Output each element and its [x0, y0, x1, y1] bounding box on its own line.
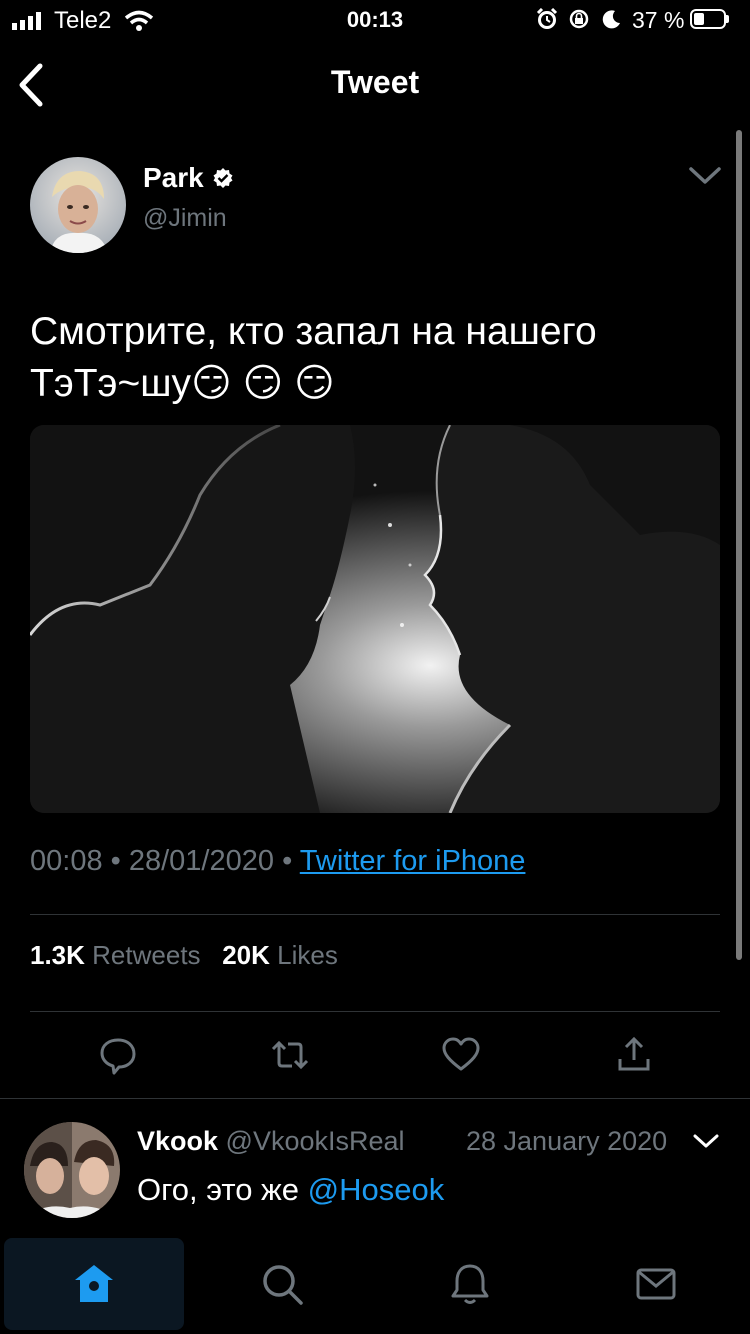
verified-badge-icon	[213, 168, 233, 188]
divider	[30, 914, 720, 915]
reply-date: 28 January 2020	[466, 1126, 668, 1156]
battery-nub	[726, 15, 729, 23]
divider	[30, 1011, 720, 1012]
retweets-count[interactable]: 1.3K	[30, 940, 85, 970]
page-title: Tweet	[330, 64, 420, 100]
bell-icon[interactable]	[448, 1262, 492, 1306]
moon-icon	[602, 10, 620, 29]
retweet-icon[interactable]	[270, 1035, 310, 1075]
tweet-meta: 00:08 • 28/01/2020 • Twitter for iPhone	[30, 845, 525, 878]
tweet-stats: 1.3K Retweets 20K Likes	[30, 940, 338, 971]
search-icon[interactable]	[260, 1262, 304, 1306]
tweet-date: 28/01/2020	[128, 845, 275, 877]
chevron-down-icon[interactable]	[686, 160, 724, 190]
likes-label[interactable]: Likes	[277, 940, 338, 970]
rotation-lock-icon	[569, 9, 589, 29]
scrollbar[interactable]	[736, 130, 742, 960]
reply-author-handle: @VkookIsReal	[225, 1126, 405, 1156]
reply-avatar[interactable]	[24, 1122, 120, 1218]
tweet-text: Смотрите, кто запал на нашего ТэТэ~шу😏 😏…	[30, 310, 597, 405]
share-icon[interactable]	[614, 1035, 654, 1075]
tweet-photo	[30, 425, 720, 813]
battery-level	[694, 13, 704, 25]
reply-author[interactable]: Vkook @VkookIsReal	[137, 1126, 405, 1157]
tweet-time: 00:08	[30, 845, 103, 877]
tweet-source-link[interactable]: Twitter for iPhone	[300, 845, 526, 877]
battery-icon	[690, 9, 726, 29]
tweet-media[interactable]	[30, 425, 720, 813]
reply-text-body: Ого, это же	[137, 1172, 308, 1207]
author-name-row[interactable]: Park	[143, 162, 234, 194]
author-avatar[interactable]	[30, 157, 126, 253]
reply-icon[interactable]	[98, 1035, 138, 1075]
home-icon[interactable]	[72, 1262, 116, 1306]
chevron-down-icon[interactable]	[692, 1130, 720, 1152]
avatar-image	[24, 1122, 120, 1218]
avatar-image	[30, 157, 126, 253]
likes-count[interactable]: 20K	[222, 940, 270, 970]
reply-author-name[interactable]: Vkook	[137, 1126, 218, 1156]
status-bar: Tele2 00:13 37 %	[0, 0, 750, 40]
meta-separator: •	[282, 845, 293, 877]
divider	[0, 1098, 750, 1099]
meta-separator: •	[110, 845, 121, 877]
reply-text: Ого, это же @Hoseok	[137, 1172, 444, 1208]
mail-icon[interactable]	[634, 1262, 678, 1306]
heart-icon[interactable]	[441, 1035, 481, 1075]
retweets-label[interactable]: Retweets	[92, 940, 200, 970]
alarm-icon	[536, 8, 558, 29]
author-handle: @Jimin	[143, 204, 227, 232]
reply-mention[interactable]: @Hoseok	[308, 1172, 445, 1207]
battery-percent: 37 %	[632, 7, 685, 33]
author-name[interactable]: Park	[143, 162, 204, 194]
